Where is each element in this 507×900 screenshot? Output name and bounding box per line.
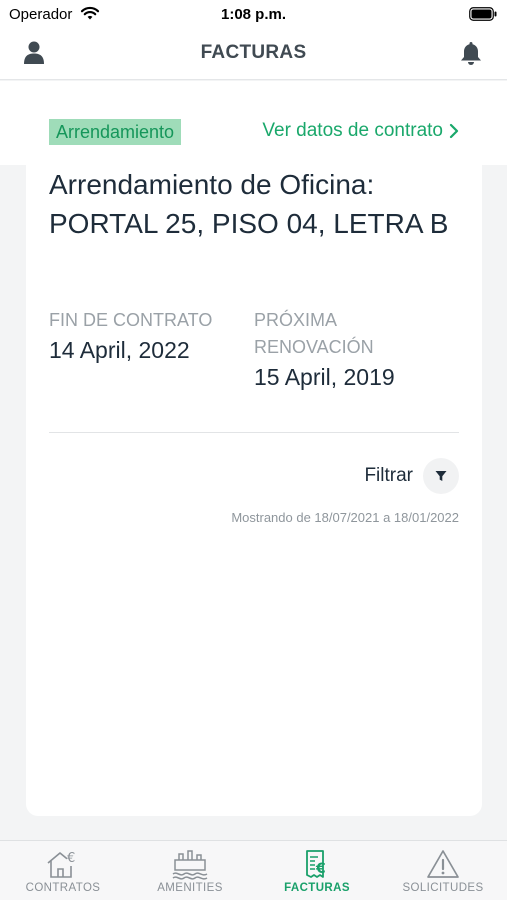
app-header: FACTURAS — [0, 28, 507, 80]
tab-label: AMENITIES — [157, 882, 223, 894]
tab-label: SOLICITUDES — [402, 882, 484, 894]
date-range-text: Mostrando de 18/07/2021 a 18/01/2022 — [231, 510, 459, 525]
house-euro-icon: € — [47, 851, 75, 878]
contract-end-label: FIN DE CONTRATO — [49, 310, 213, 330]
view-contract-link[interactable]: Ver datos de contrato — [262, 120, 459, 142]
invoice-euro-icon: € — [306, 850, 326, 878]
contract-card: Arrendamiento de Oficina: PORTAL 25, PIS… — [26, 165, 482, 816]
chevron-right-icon — [449, 123, 459, 139]
status-bar: Operador 1:08 p.m. — [0, 0, 507, 28]
tab-label: CONTRATOS — [25, 882, 101, 894]
view-contract-label: Ver datos de contrato — [262, 120, 443, 141]
svg-text:€: € — [315, 861, 326, 877]
contract-title: Arrendamiento de Oficina: PORTAL 25, PIS… — [49, 169, 449, 239]
bottom-tab-bar: € CONTRATOS AMENITIES € FACTURAS SOLICIT… — [0, 840, 507, 900]
tab-solicitudes[interactable]: SOLICITUDES — [380, 841, 506, 900]
divider — [49, 432, 459, 433]
tab-facturas[interactable]: € FACTURAS — [254, 841, 380, 900]
contract-end-value: 14 April, 2022 — [49, 337, 190, 363]
contract-tag-band: Arrendamiento Ver datos de contrato — [0, 81, 507, 165]
tab-amenities[interactable]: AMENITIES — [127, 841, 253, 900]
contract-type-badge: Arrendamiento — [49, 119, 182, 145]
status-time: 1:08 p.m. — [220, 6, 287, 23]
filter-button[interactable]: Filtrar — [364, 458, 459, 494]
tab-contratos[interactable]: € CONTRATOS — [0, 841, 126, 900]
amenities-icon — [172, 850, 208, 880]
svg-text:€: € — [67, 851, 75, 866]
contract-end-block: FIN DE CONTRATO 14 April, 2022 — [49, 307, 239, 365]
renewal-block: PRÓXIMA RENOVACIÓN 15 April, 2019 — [254, 307, 454, 392]
filter-icon — [435, 471, 447, 481]
bell-icon[interactable] — [459, 40, 483, 66]
renewal-value: 15 April, 2019 — [254, 364, 395, 390]
filter-icon-wrap — [423, 458, 459, 494]
warning-icon — [427, 850, 459, 878]
tab-label: FACTURAS — [284, 882, 350, 894]
filter-label: Filtrar — [364, 465, 413, 486]
renewal-label: PRÓXIMA RENOVACIÓN — [254, 310, 374, 357]
page-title: FACTURAS — [200, 42, 307, 63]
battery-icon — [469, 7, 497, 21]
facturas-screen: Operador 1:08 p.m. FACTURAS Arrendamient… — [0, 0, 507, 900]
